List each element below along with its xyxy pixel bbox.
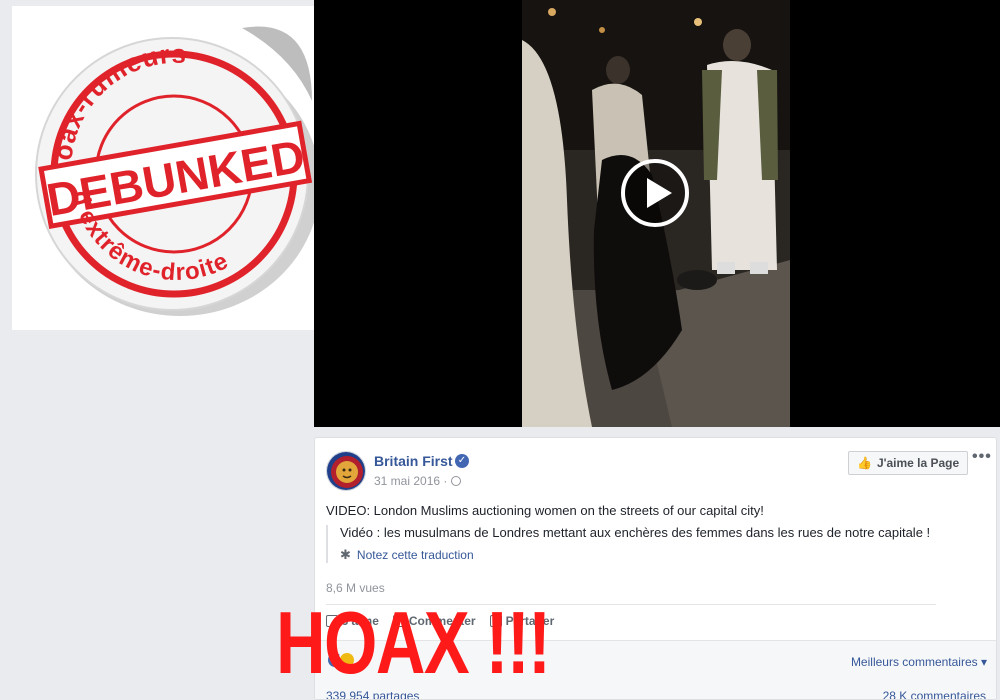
lion-crest-icon[interactable] <box>327 452 366 491</box>
thumbs-up-icon: 👍 <box>857 456 872 470</box>
like-page-button[interactable]: 👍 J'aime la Page <box>848 451 969 475</box>
globe-icon <box>451 476 461 486</box>
play-icon[interactable] <box>620 158 690 228</box>
comment-count-link[interactable]: 28 K commentaires <box>883 689 986 699</box>
post-date[interactable]: 31 mai 2016 · <box>374 474 447 488</box>
rate-translation-link[interactable]: ✱ Notez cette traduction <box>340 547 986 563</box>
translation-text: Vidéo : les musulmans de Londres mettant… <box>340 525 931 540</box>
comment-sort-dropdown[interactable]: Meilleurs commentaires ▾ <box>851 655 987 669</box>
rate-translation-label: Notez cette traduction <box>356 548 474 562</box>
hoax-overlay-text: HOAX !!! <box>276 593 551 692</box>
video-player[interactable] <box>314 0 1000 427</box>
more-options-icon[interactable]: ••• <box>972 448 992 466</box>
debunked-sticker: Hoax-rumeurs DEBUNKED d'extrême-droite <box>12 6 336 330</box>
page-avatar[interactable] <box>326 451 366 491</box>
post-message: VIDEO: London Muslims auctioning women o… <box>326 503 764 518</box>
like-page-label: J'aime la Page <box>876 456 960 470</box>
debunked-stamp-icon: Hoax-rumeurs DEBUNKED d'extrême-droite <box>35 26 320 316</box>
gear-icon: ✱ <box>340 547 351 562</box>
play-button[interactable] <box>620 158 690 228</box>
translation-block: Vidéo : les musulmans de Londres mettant… <box>326 525 986 563</box>
verified-badge-icon: ✓ <box>455 454 469 468</box>
page-name-link[interactable]: Britain First <box>374 453 453 469</box>
